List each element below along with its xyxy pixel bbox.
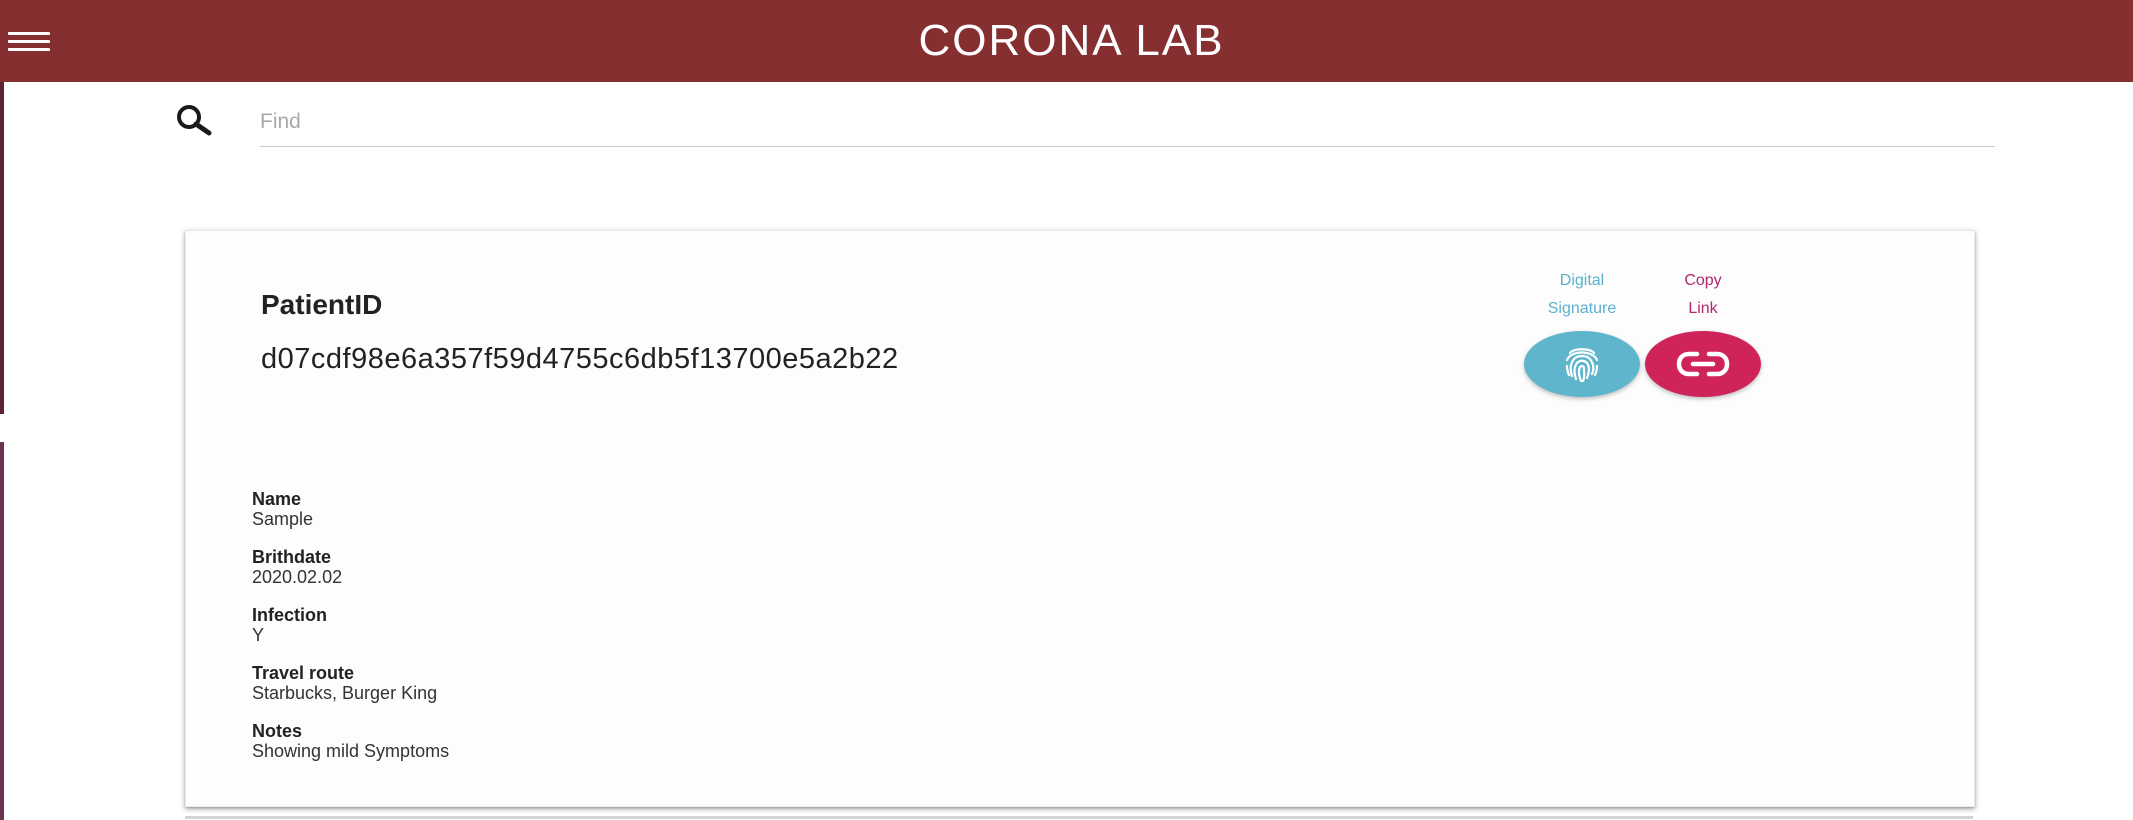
app-header: CORONA LAB — [0, 0, 2133, 82]
left-edge-strip-lower — [0, 442, 4, 820]
left-edge-strip — [0, 82, 4, 414]
digital-signature-action: Digital Signature — [1512, 267, 1652, 397]
field-value: Starbucks, Burger King — [252, 683, 438, 703]
menu-bar-line — [8, 31, 50, 35]
app-root: CORONA LAB PatientID d07cdf98e6a357f59d4… — [0, 0, 2133, 820]
patient-id-value: d07cdf98e6a357f59d4755c6db5f13700e5a2b22 — [261, 343, 899, 375]
hamburger-menu-icon[interactable] — [8, 26, 52, 56]
copy-link-label-line1: Copy — [1684, 272, 1722, 289]
field-label: Travel route — [252, 663, 355, 683]
fingerprint-icon — [1565, 348, 1599, 383]
field-travel-route: Travel route Starbucks, Burger King — [252, 663, 449, 703]
digital-signature-button[interactable] — [1524, 331, 1640, 397]
patient-details: Name Sample Brithdate 2020.02.02 Infecti… — [252, 489, 449, 779]
field-infection: Infection Y — [252, 605, 449, 645]
digital-signature-label-line1: Digital — [1559, 272, 1605, 289]
field-value: Showing mild Symptoms — [252, 741, 450, 761]
field-label: Brithdate — [252, 547, 332, 567]
app-title: CORONA LAB — [918, 16, 1225, 65]
field-birthdate: Brithdate 2020.02.02 — [252, 547, 449, 587]
digital-signature-label-line2: Signature — [1547, 300, 1617, 317]
digital-signature-label: Digital Signature — [1512, 267, 1652, 323]
field-label: Name — [252, 489, 302, 509]
field-value: Sample — [252, 509, 314, 529]
copy-link-label-line2: Link — [1688, 300, 1718, 317]
copy-link-label: Copy Link — [1633, 267, 1773, 323]
link-icon — [1676, 351, 1730, 377]
menu-bar-line — [8, 39, 50, 43]
menu-bar-line — [8, 47, 50, 51]
field-value: 2020.02.02 — [252, 567, 343, 587]
patient-id-label: PatientID — [261, 289, 383, 320]
search-icon[interactable] — [170, 102, 222, 142]
field-label: Infection — [252, 605, 327, 625]
field-notes: Notes Showing mild Symptoms — [252, 721, 449, 761]
copy-link-action: Copy Link — [1633, 267, 1773, 397]
search-bar — [165, 96, 1995, 148]
patient-card: PatientID d07cdf98e6a357f59d4755c6db5f13… — [185, 230, 1975, 807]
field-name: Name Sample — [252, 489, 449, 529]
next-card-edge — [185, 816, 1973, 819]
field-label: Notes — [252, 721, 303, 741]
search-input[interactable] — [260, 96, 1995, 147]
copy-link-button[interactable] — [1645, 331, 1761, 397]
field-value: Y — [252, 625, 265, 645]
